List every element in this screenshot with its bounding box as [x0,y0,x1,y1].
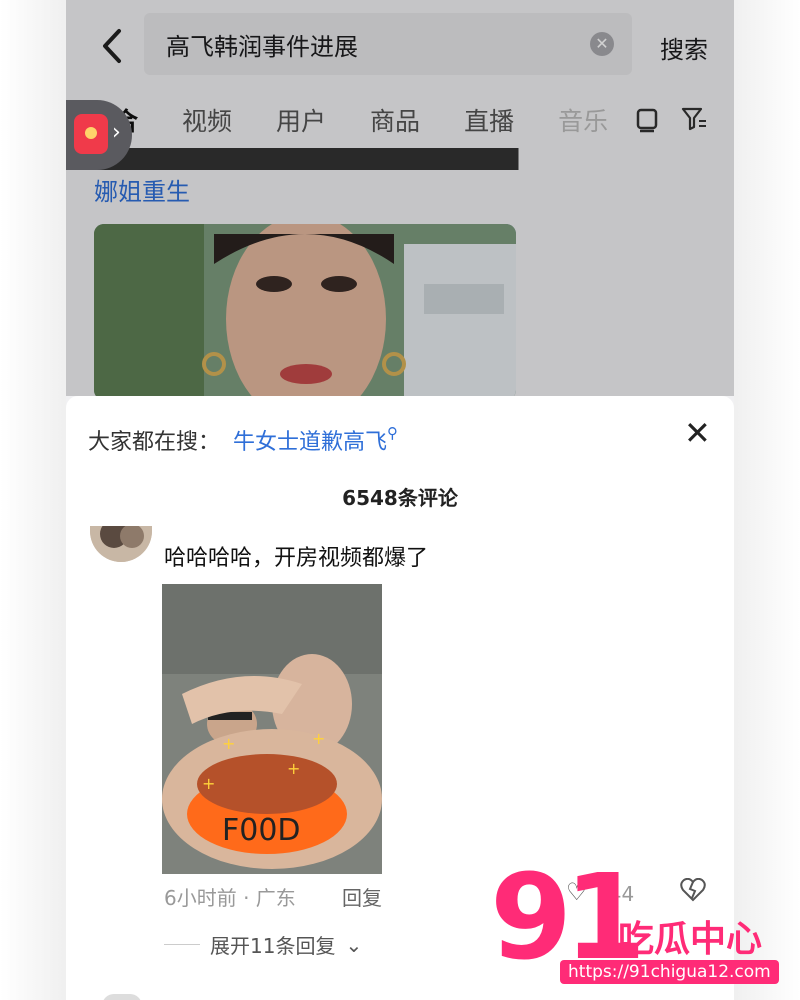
tab-video[interactable]: 视频 [182,102,232,142]
comment-count: 6548条评论 [342,486,458,510]
avatar[interactable] [90,526,152,562]
watermark-name: 吃瓜中心 [618,919,763,960]
reply-button[interactable]: 回复 [342,882,382,911]
comment-image[interactable]: F00D + + + + [162,584,382,874]
tab-products[interactable]: 商品 [370,102,420,142]
search-button[interactable]: 搜索 [660,30,708,65]
chevron-left-icon[interactable] [94,28,130,64]
card-view-icon[interactable] [634,105,660,140]
hot-search-link[interactable]: 牛女士道歉高飞⚲ [233,424,398,456]
chevron-down-icon: ⌄ [345,932,363,957]
feed-hashtag-link[interactable]: 娜姐重生 [94,172,190,207]
watermark-logo: 91 [490,848,646,986]
broken-heart-icon[interactable] [680,877,706,908]
comment-text: 哈哈哈哈，开房视频都爆了 [164,546,429,571]
expand-replies-button[interactable]: 展开11条回复 ⌄ [164,930,362,959]
tab-live[interactable]: 直播 [464,102,514,142]
filter-icon[interactable] [680,105,708,140]
watermark-url: https://91chigua12.com [560,960,779,984]
search-input[interactable]: 高飞韩润事件进展 ✕ [144,13,632,75]
tab-users[interactable]: 用户 [276,102,326,142]
tab-music[interactable]: 音乐 [558,102,608,142]
video-thumbnail[interactable] [94,224,516,400]
comment-time-location: 6小时前 · 广东 [164,886,296,910]
close-icon[interactable]: ✕ [684,414,711,452]
search-tabs: 综合 视频 用户 商品 直播 音乐 [88,102,608,142]
search-query-text: 高飞韩润事件进展 [166,33,358,61]
svg-text:+: + [287,759,300,778]
hot-search-label: 大家都在搜： [88,430,221,455]
search-icon: ⚲ [387,424,399,442]
clear-icon[interactable]: ✕ [590,32,614,56]
svg-text:F00D: F00D [222,813,301,848]
chevron-right-icon: › [112,120,121,145]
red-envelope-icon [74,114,108,154]
divider [164,944,200,945]
svg-text:+: + [222,734,235,753]
svg-text:+: + [312,729,325,748]
expand-replies-label: 展开11条回复 [210,934,336,958]
tab-actions [634,105,708,140]
svg-text:+: + [202,774,215,793]
next-comment-avatar[interactable] [102,994,142,1000]
feed-text-partial: ▇▇▇▇▇▇▇▇▇▇▇▇▇▇▇▇▇▇▇▇▇▇▇ [94,142,519,170]
